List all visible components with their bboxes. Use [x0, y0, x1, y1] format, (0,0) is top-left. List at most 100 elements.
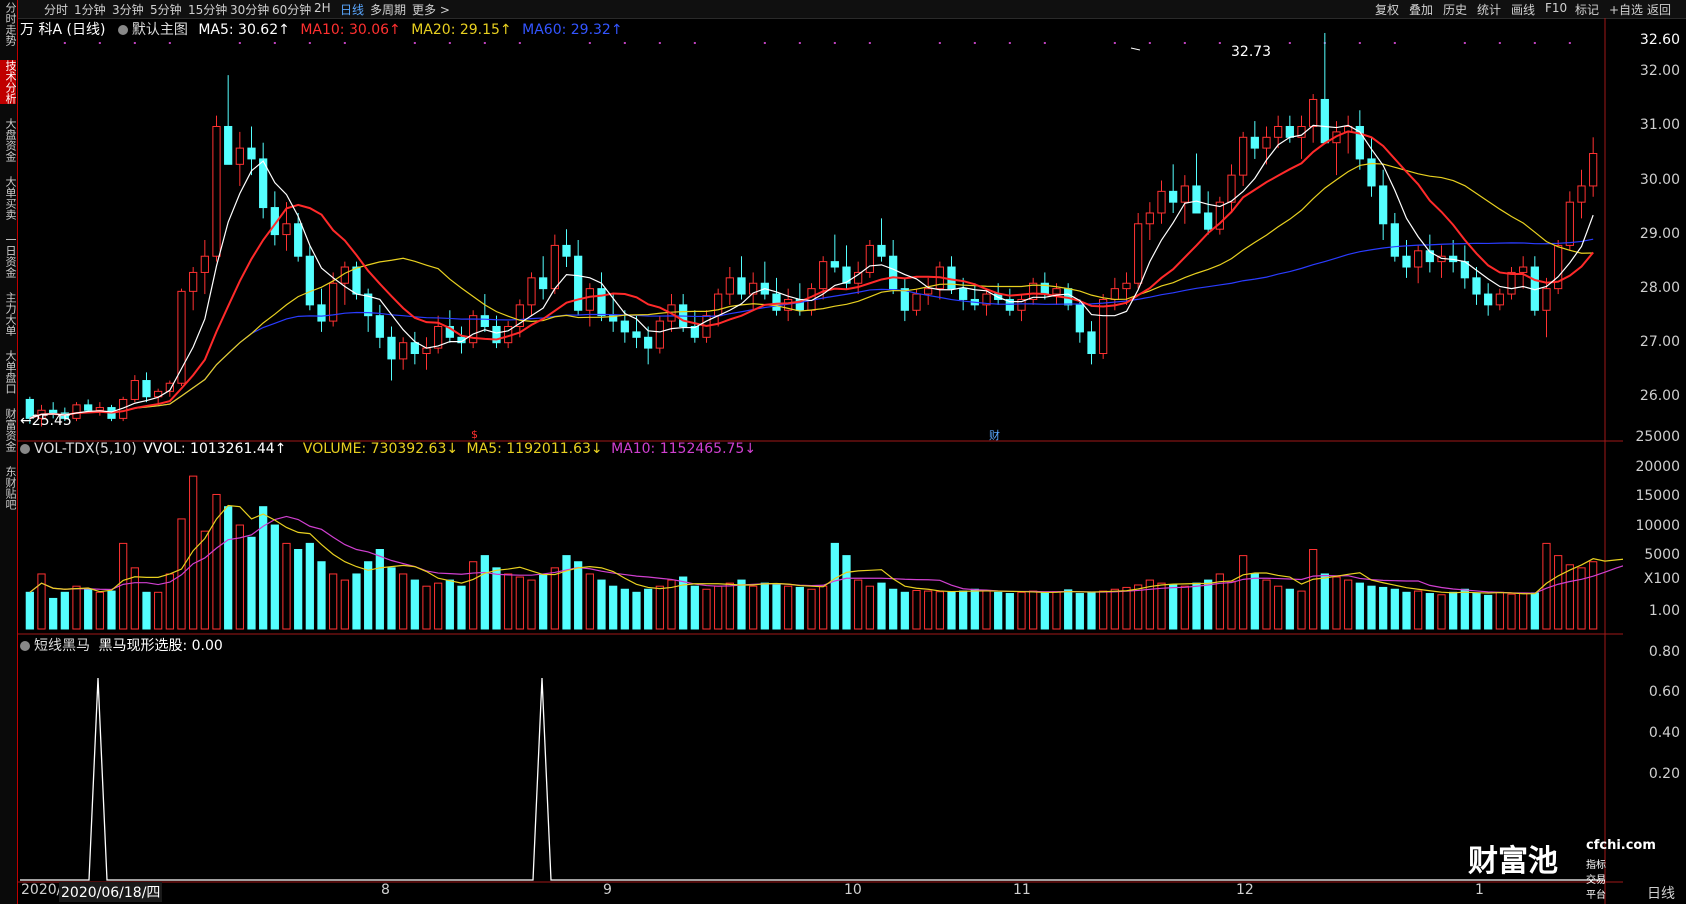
candle-body[interactable]	[72, 404, 81, 419]
toolbar-item-5[interactable]: 30分钟	[230, 1, 269, 18]
candle-body[interactable]	[352, 266, 361, 295]
sidebar-item-6[interactable]: 大单盘口	[0, 350, 17, 394]
candle-body[interactable]	[539, 277, 548, 290]
candle-body[interactable]	[877, 244, 886, 257]
vol-settings-icon[interactable]	[20, 444, 30, 454]
sidebar-item-3[interactable]: 大单买卖	[0, 176, 17, 220]
candle-body[interactable]	[924, 288, 933, 295]
candle-body[interactable]	[1145, 212, 1154, 225]
toolbar-item-8[interactable]: 日线	[340, 1, 364, 18]
candle-body[interactable]	[1507, 271, 1516, 295]
candle-body[interactable]	[1110, 288, 1119, 300]
candle-body[interactable]	[142, 380, 151, 398]
toolbar-right-item-6[interactable]: 标记	[1575, 1, 1599, 18]
candle-body[interactable]	[644, 336, 653, 349]
candle-body[interactable]	[1250, 136, 1259, 149]
candle-body[interactable]	[410, 342, 419, 355]
toolbar-right-item-8[interactable]: 返回	[1647, 1, 1671, 18]
period-tab-daily[interactable]: 日线	[1647, 883, 1675, 903]
toolbar-right-item-2[interactable]: 历史	[1443, 1, 1467, 18]
candle-body[interactable]	[655, 320, 664, 349]
candle-body[interactable]	[1087, 331, 1096, 355]
candle-body[interactable]	[1379, 185, 1388, 225]
candle-body[interactable]	[1192, 185, 1201, 214]
candle-body[interactable]	[200, 255, 209, 273]
candle-body[interactable]	[387, 336, 396, 360]
sidebar-item-8[interactable]: 东财贴吧	[0, 466, 17, 510]
candle-body[interactable]	[1075, 304, 1084, 333]
indicator-name[interactable]: 短线黑马	[34, 638, 90, 654]
candle-body[interactable]	[527, 277, 536, 306]
candle-body[interactable]	[1589, 153, 1598, 187]
candle-body[interactable]	[1122, 282, 1131, 290]
candle-body[interactable]	[830, 261, 839, 268]
candle-body[interactable]	[375, 315, 384, 338]
candle-body[interactable]	[574, 255, 583, 311]
candle-body[interactable]	[247, 147, 256, 160]
toolbar-item-4[interactable]: 15分钟	[188, 1, 227, 18]
dividend-marker[interactable]: $	[471, 428, 478, 441]
stock-title[interactable]: 万 科A (日线)	[20, 22, 105, 38]
candle-body[interactable]	[235, 147, 244, 165]
toolbar-item-7[interactable]: 2H	[314, 1, 331, 15]
toolbar-item-1[interactable]: 1分钟	[74, 1, 106, 18]
toolbar-right-item-0[interactable]: 复权	[1375, 1, 1399, 18]
candle-body[interactable]	[562, 244, 571, 257]
candle-body[interactable]	[585, 288, 594, 311]
toolbar-item-6[interactable]: 60分钟	[272, 1, 311, 18]
toolbar-item-0[interactable]: 分时	[44, 1, 68, 18]
toolbar-item-3[interactable]: 5分钟	[150, 1, 182, 18]
candle-body[interactable]	[1577, 185, 1586, 203]
candle-body[interactable]	[1157, 190, 1166, 214]
candle-body[interactable]	[959, 288, 968, 300]
candle-body[interactable]	[550, 244, 559, 290]
candle-body[interactable]	[1134, 223, 1143, 284]
toolbar-item-2[interactable]: 3分钟	[112, 1, 144, 18]
candle-body[interactable]	[772, 293, 781, 311]
candle-body[interactable]	[1390, 223, 1399, 257]
candle-body[interactable]	[912, 293, 921, 311]
candle-body[interactable]	[1495, 293, 1504, 306]
candle-body[interactable]	[725, 277, 734, 295]
candle-body[interactable]	[1402, 255, 1411, 268]
financial-report-marker[interactable]: 财	[989, 427, 1000, 443]
candle-body[interactable]	[1309, 98, 1318, 127]
candle-body[interactable]	[480, 315, 489, 327]
toolbar-right-item-3[interactable]: 统计	[1477, 1, 1501, 18]
template-dropdown-icon[interactable]	[117, 25, 128, 35]
candle-body[interactable]	[212, 125, 221, 257]
candle-body[interactable]	[1052, 288, 1061, 295]
toolbar-item-9[interactable]: 多周期	[370, 1, 406, 18]
sidebar-item-7[interactable]: 财富资金	[0, 408, 17, 452]
vol-name[interactable]: VOL-TDX(5,10)	[34, 441, 137, 457]
candle-body[interactable]	[1239, 136, 1248, 176]
candle-body[interactable]	[1484, 293, 1493, 306]
candle-body[interactable]	[1169, 190, 1178, 203]
candle-body[interactable]	[632, 331, 641, 338]
sidebar-item-0[interactable]: 分时走势	[0, 2, 17, 46]
toolbar-right-item-4[interactable]: 画线	[1511, 1, 1535, 18]
candle-body[interactable]	[900, 288, 909, 311]
candle-body[interactable]	[1262, 136, 1271, 149]
candle-body[interactable]	[317, 304, 326, 322]
sidebar-item-4[interactable]: 一日资金	[0, 234, 17, 278]
sidebar-item-5[interactable]: 主力大单	[0, 292, 17, 336]
candle-body[interactable]	[737, 277, 746, 295]
candle-body[interactable]	[189, 271, 198, 292]
candle-body[interactable]	[130, 380, 139, 400]
toolbar-right-item-7[interactable]: +自选	[1609, 1, 1643, 18]
candle-body[interactable]	[294, 223, 303, 257]
candle-body[interactable]	[1204, 212, 1213, 230]
sidebar-item-1[interactable]: 技术分析	[0, 60, 17, 104]
candle-body[interactable]	[597, 288, 606, 317]
candle-body[interactable]	[399, 342, 408, 360]
candle-body[interactable]	[305, 255, 314, 306]
candle-body[interactable]	[84, 404, 93, 411]
candle-body[interactable]	[1542, 288, 1551, 311]
toolbar-item-10[interactable]: 更多 >	[412, 1, 450, 18]
chart-canvas[interactable]	[17, 18, 1623, 904]
candle-body[interactable]	[1565, 201, 1574, 246]
candle-body[interactable]	[714, 293, 723, 317]
candle-body[interactable]	[1472, 277, 1481, 295]
candle-body[interactable]	[1099, 298, 1108, 355]
